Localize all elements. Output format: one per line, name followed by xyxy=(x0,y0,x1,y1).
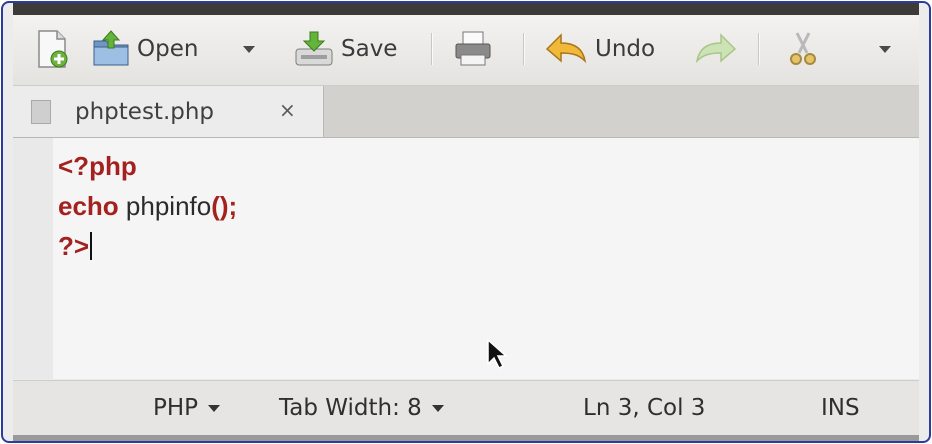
redo-button[interactable] xyxy=(693,27,739,71)
open-label: Open xyxy=(137,36,199,62)
tab-width-selector[interactable]: Tab Width: 8 xyxy=(279,395,444,421)
code-line: <?php xyxy=(58,146,237,186)
close-icon[interactable]: × xyxy=(279,98,296,122)
code-line: ?> xyxy=(58,226,237,266)
insert-mode-indicator: INS xyxy=(821,395,860,421)
tab-width-label: Tab Width: 8 xyxy=(279,395,422,421)
status-bar: PHP Tab Width: 8 Ln 3, Col 3 INS xyxy=(13,380,919,436)
language-selector[interactable]: PHP xyxy=(153,395,221,421)
scissors-icon xyxy=(790,32,816,65)
language-label: PHP xyxy=(153,395,199,421)
insert-mode-label: INS xyxy=(821,395,860,421)
toolbar-separator xyxy=(431,33,433,65)
save-icon xyxy=(295,31,333,66)
undo-button[interactable]: Undo xyxy=(543,27,655,71)
window-bottom-edge xyxy=(13,435,919,441)
chevron-down-icon xyxy=(879,45,891,53)
open-recent-dropdown[interactable] xyxy=(243,27,255,71)
text-caret xyxy=(90,232,93,260)
tab-label: phptest.php xyxy=(75,98,215,125)
save-button[interactable]: Save xyxy=(293,27,397,71)
toolbar: Open Save Undo xyxy=(13,15,919,86)
redo-arrow-icon xyxy=(695,33,737,64)
function-name: phpinfo xyxy=(118,191,212,221)
editor-gutter xyxy=(13,138,53,379)
print-button[interactable] xyxy=(453,27,493,71)
cut-button[interactable] xyxy=(783,27,823,71)
code-punctuation: (); xyxy=(211,191,238,221)
toolbar-overflow-button[interactable] xyxy=(879,27,891,71)
undo-arrow-icon xyxy=(545,33,587,64)
chevron-down-icon xyxy=(243,45,255,53)
cursor-position: Ln 3, Col 3 xyxy=(583,395,705,421)
echo-keyword: echo xyxy=(58,191,119,221)
document-tab-bar: phptest.php × xyxy=(13,86,919,138)
open-button[interactable]: Open xyxy=(91,27,198,71)
file-icon xyxy=(31,99,51,124)
code-text[interactable]: <?php echo phpinfo(); ?> xyxy=(58,146,237,266)
code-editor[interactable]: <?php echo phpinfo(); ?> xyxy=(13,138,919,379)
code-line: echo phpinfo(); xyxy=(58,186,237,226)
print-icon xyxy=(455,31,491,66)
php-open-tag: <?php xyxy=(58,151,137,181)
save-label: Save xyxy=(341,36,398,62)
toolbar-separator xyxy=(523,33,525,65)
window-frame: Open Save Undo phptest.php × <?php echo … xyxy=(1,1,931,443)
tab-phptest[interactable]: phptest.php × xyxy=(13,86,324,137)
cursor-position-label: Ln 3, Col 3 xyxy=(583,395,706,421)
undo-label: Undo xyxy=(595,36,656,62)
new-document-icon xyxy=(38,30,68,68)
chevron-down-icon xyxy=(431,404,444,412)
toolbar-separator xyxy=(758,33,760,65)
mouse-pointer-icon xyxy=(487,338,508,370)
open-folder-icon xyxy=(93,30,129,66)
new-document-button[interactable] xyxy=(33,27,71,71)
chevron-down-icon xyxy=(208,404,221,412)
php-close-tag: ?> xyxy=(58,231,90,261)
